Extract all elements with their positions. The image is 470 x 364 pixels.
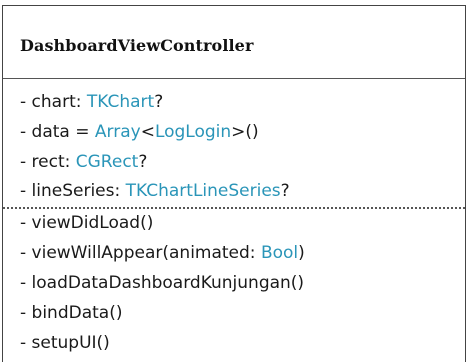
attribute-rect: - rect: CGRect?: [20, 152, 148, 172]
attribute-lineSeries: - lineSeries: TKChartLineSeries?: [20, 181, 290, 201]
method-loadDataDashboardKunjungan: - loadDataDashboardKunjungan(): [20, 273, 305, 293]
method-bindData: - bindData(): [20, 303, 123, 323]
method-viewWillAppear: - viewWillAppear(animated: Bool): [20, 243, 305, 263]
name-divider: [3, 78, 465, 79]
attribute-data: - data = Array<LogLogin>(): [20, 122, 259, 142]
class-name: DashboardViewController: [20, 36, 254, 55]
attribute-method-divider: [3, 207, 465, 209]
method-viewDidLoad: - viewDidLoad(): [20, 213, 154, 233]
uml-class-box: DashboardViewController - chart: TKChart…: [2, 5, 466, 362]
method-setupUI: - setupUI(): [20, 333, 110, 353]
attribute-chart: - chart: TKChart?: [20, 92, 164, 112]
